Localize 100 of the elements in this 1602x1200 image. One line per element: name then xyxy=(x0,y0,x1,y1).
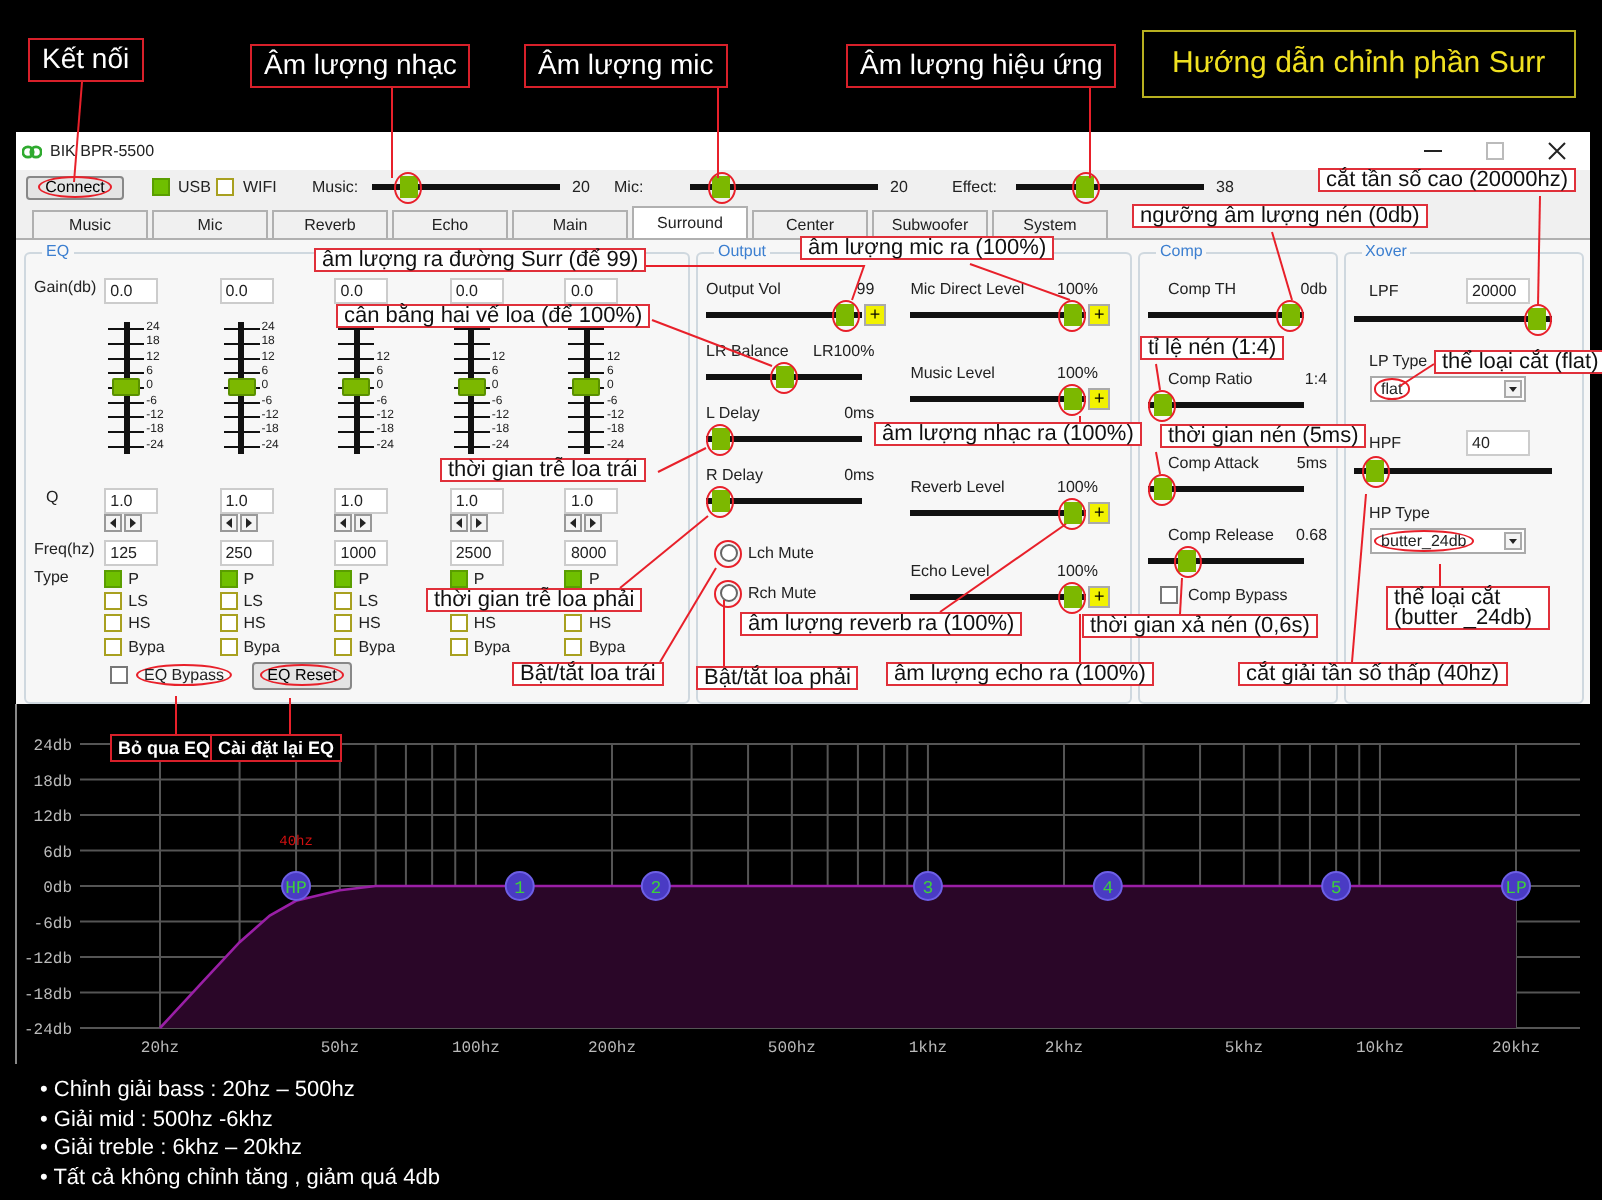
radio-button[interactable] xyxy=(104,569,123,588)
left-triangle-icon xyxy=(455,517,462,528)
radio-button[interactable] xyxy=(334,614,353,633)
slider-thumb[interactable] xyxy=(1071,171,1100,204)
slider-thumb[interactable] xyxy=(227,378,256,397)
slider-thumb[interactable] xyxy=(572,378,601,397)
input-field[interactable]: 2500 xyxy=(449,539,504,566)
radio-button[interactable] xyxy=(104,614,123,633)
radio-label: LS xyxy=(243,591,263,610)
slider-thumb[interactable] xyxy=(706,423,734,456)
slider-thumb[interactable] xyxy=(1523,303,1552,336)
input-field[interactable]: 1.0 xyxy=(104,487,159,514)
input-field[interactable]: 1.0 xyxy=(219,487,274,514)
tab[interactable]: Main xyxy=(512,209,628,238)
input-field[interactable]: 125 xyxy=(104,539,159,566)
right-triangle-icon xyxy=(475,517,482,528)
slider-thumb[interactable] xyxy=(1058,581,1087,614)
input-field[interactable]: 40 xyxy=(1466,429,1530,456)
slider-thumb[interactable] xyxy=(1058,383,1087,416)
decrease-button[interactable] xyxy=(449,513,468,532)
eq-node[interactable]: LP xyxy=(1501,871,1531,901)
tab[interactable]: Mic xyxy=(152,209,268,238)
plus-button[interactable]: + xyxy=(864,304,886,327)
eq-node[interactable]: 5 xyxy=(1321,871,1352,901)
slider-thumb[interactable] xyxy=(1058,497,1087,530)
checkbox[interactable] xyxy=(110,666,128,685)
connect-button[interactable]: Connect xyxy=(26,175,124,200)
radio-button[interactable] xyxy=(719,544,737,563)
plus-button[interactable]: + xyxy=(1088,586,1111,609)
slider-thumb[interactable] xyxy=(1148,473,1176,506)
radio-button[interactable] xyxy=(564,637,583,656)
plus-button[interactable]: + xyxy=(1088,502,1111,525)
reset-button[interactable]: EQ Reset xyxy=(252,661,353,690)
checkbox[interactable] xyxy=(1160,585,1178,604)
input-field[interactable]: 0.0 xyxy=(564,277,619,304)
eq-node[interactable]: 1 xyxy=(504,871,535,901)
slider-thumb[interactable] xyxy=(394,171,423,204)
plus-button[interactable]: + xyxy=(1088,388,1111,411)
radio-label: HS xyxy=(243,614,266,633)
slider-thumb[interactable] xyxy=(1361,455,1390,488)
radio-button[interactable] xyxy=(219,614,238,633)
slider-thumb[interactable] xyxy=(342,378,371,397)
dropdown[interactable]: flat xyxy=(1369,375,1526,402)
checkbox[interactable] xyxy=(216,178,235,197)
slider-thumb[interactable] xyxy=(112,378,141,397)
radio-button[interactable] xyxy=(564,569,583,588)
tab[interactable]: Reverb xyxy=(272,209,388,238)
tab[interactable]: Music xyxy=(32,209,148,238)
slider-label: L Delay xyxy=(706,401,760,424)
radio-button[interactable] xyxy=(104,637,123,656)
input-field[interactable]: 0.0 xyxy=(449,277,504,304)
radio-button[interactable] xyxy=(449,637,468,656)
slider-thumb[interactable] xyxy=(707,171,736,204)
input-field[interactable]: 250 xyxy=(219,539,274,566)
input-field[interactable]: 20000 xyxy=(1466,277,1530,304)
radio-button[interactable] xyxy=(449,614,468,633)
slider-thumb[interactable] xyxy=(706,485,734,518)
input-field[interactable]: 0.0 xyxy=(334,277,389,304)
radio-button[interactable] xyxy=(449,569,468,588)
decrease-button[interactable] xyxy=(219,513,238,532)
slider-thumb[interactable] xyxy=(770,361,798,394)
radio-button[interactable] xyxy=(334,569,353,588)
slider-thumb[interactable] xyxy=(1058,299,1087,332)
tab[interactable]: Surround xyxy=(632,205,748,238)
radio-button[interactable] xyxy=(334,637,353,656)
eq-node[interactable]: HP xyxy=(281,871,312,901)
tab[interactable]: Echo xyxy=(392,209,508,238)
dropdown[interactable]: butter_24db xyxy=(1369,527,1526,554)
slider-thumb[interactable] xyxy=(1276,299,1304,332)
eq-node[interactable]: 4 xyxy=(1092,871,1123,901)
tab[interactable]: System xyxy=(992,209,1108,238)
plus-button[interactable]: + xyxy=(1088,304,1111,327)
radio-button[interactable] xyxy=(334,591,353,610)
radio-button[interactable] xyxy=(104,591,123,610)
input-field[interactable]: 8000 xyxy=(564,539,619,566)
slider-thumb[interactable] xyxy=(457,378,486,397)
slider-reading: 20 xyxy=(572,178,592,197)
eq-node[interactable]: 2 xyxy=(640,871,671,901)
axis-label: 10khz xyxy=(1355,1040,1404,1058)
close-icon[interactable] xyxy=(1548,142,1566,161)
radio-button[interactable] xyxy=(219,637,238,656)
tab[interactable]: Center xyxy=(752,209,868,238)
radio-button[interactable] xyxy=(719,584,737,603)
input-field[interactable]: 1.0 xyxy=(334,487,389,514)
callout-tooltip: Kết nối xyxy=(28,38,144,82)
radio-button[interactable] xyxy=(219,591,238,610)
input-field[interactable]: 1.0 xyxy=(564,487,619,514)
input-field[interactable]: 1000 xyxy=(334,539,389,566)
radio-label: P xyxy=(473,569,485,588)
eq-node[interactable]: 3 xyxy=(912,871,943,901)
radio-button[interactable] xyxy=(564,614,583,633)
input-field[interactable]: 0.0 xyxy=(104,277,159,304)
slider-thumb[interactable] xyxy=(1173,545,1202,578)
input-field[interactable]: 1.0 xyxy=(449,487,504,514)
row-label: Type xyxy=(34,567,69,586)
slider-thumb[interactable] xyxy=(831,299,860,332)
tab[interactable]: Subwoofer xyxy=(872,209,988,238)
input-field[interactable]: 0.0 xyxy=(219,277,274,304)
radio-button[interactable] xyxy=(219,569,238,588)
slider-thumb[interactable] xyxy=(1148,389,1176,422)
